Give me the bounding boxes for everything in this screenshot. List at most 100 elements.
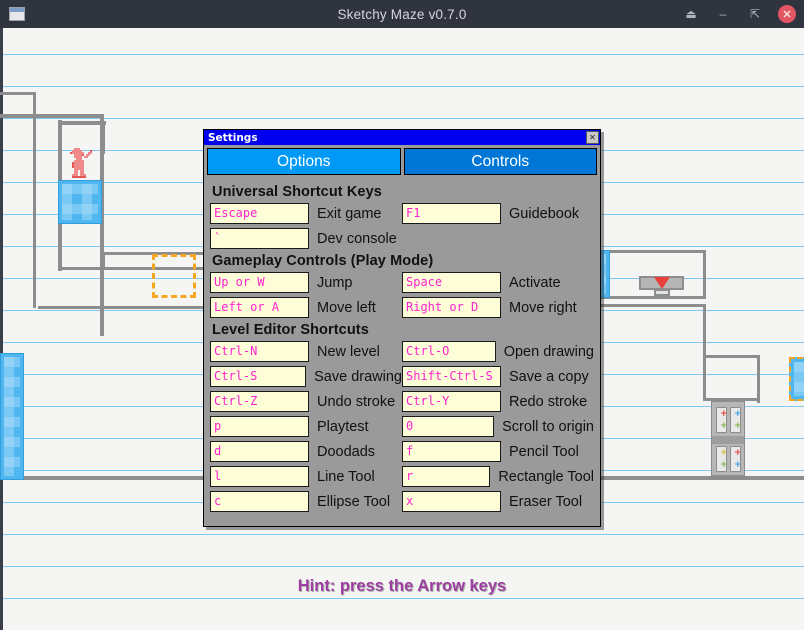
blue-block — [0, 353, 24, 480]
key-input-pencil-tool[interactable]: f — [402, 441, 501, 462]
trapdoor-doodad — [639, 276, 684, 290]
key-label-activate: Activate — [509, 274, 561, 291]
shortcut-pair: x Eraser Tool — [402, 491, 594, 512]
dialog-title: Settings — [208, 131, 258, 144]
doodad-cell: + + — [730, 446, 742, 472]
shortcut-row: ` Dev console — [210, 228, 594, 249]
dialog-body: Universal Shortcut Keys Escape Exit game… — [204, 175, 600, 512]
key-input-eraser-tool[interactable]: x — [402, 491, 501, 512]
shortcut-row: c Ellipse Tool x Eraser Tool — [210, 491, 594, 512]
doodad-cell: + + — [730, 407, 742, 433]
key-label-dev-console: Dev console — [317, 230, 397, 247]
key-label-ellipse-tool: Ellipse Tool — [317, 493, 391, 510]
key-label-exit-game: Exit game — [317, 205, 382, 222]
section-heading-level-editor: Level Editor Shortcuts — [212, 322, 369, 338]
key-input-save-a-copy[interactable]: Shift-Ctrl-S — [402, 366, 501, 387]
shortcut-pair: ` Dev console — [210, 228, 402, 249]
shortcut-row: l Line Tool r Rectangle Tool — [210, 466, 594, 487]
close-button[interactable]: ✕ — [778, 5, 796, 23]
key-input-rectangle-tool[interactable]: r — [402, 466, 491, 487]
wall-segment — [600, 476, 804, 480]
shortcut-pair: Ctrl-Y Redo stroke — [402, 391, 594, 412]
tab-options[interactable]: Options — [207, 148, 401, 175]
key-label-rectangle-tool: Rectangle Tool — [498, 468, 594, 485]
wall-segment — [0, 476, 204, 480]
key-input-new-level[interactable]: Ctrl-N — [210, 341, 309, 362]
key-label-doodads: Doodads — [317, 443, 376, 460]
key-label-jump: Jump — [317, 274, 353, 291]
shortcut-pair: f Pencil Tool — [402, 441, 594, 462]
key-label-playtest: Playtest — [317, 418, 369, 435]
plus-icon: + — [734, 409, 742, 419]
key-label-save-drawing: Save drawing — [314, 368, 402, 385]
wall-segment — [38, 306, 208, 309]
shortcut-pair: Up or W Jump — [210, 272, 402, 293]
key-input-jump[interactable]: Up or W — [210, 272, 309, 293]
shortcut-row: Ctrl-S Save drawing Shift-Ctrl-S Save a … — [210, 366, 594, 387]
blue-block — [58, 180, 102, 224]
shortcut-pair: Ctrl-O Open drawing — [402, 341, 594, 362]
maximize-button[interactable]: ⇱ — [746, 5, 764, 23]
key-input-doodads[interactable]: d — [210, 441, 309, 462]
key-input-move-left[interactable]: Left or A — [210, 297, 309, 318]
shortcut-pair: p Playtest — [210, 416, 402, 437]
trapdoor-slot — [654, 289, 670, 296]
shortcut-pair: 0 Scroll to origin — [402, 416, 594, 437]
blue-block — [600, 250, 610, 298]
shortcut-pair: l Line Tool — [210, 466, 402, 487]
key-input-f1[interactable]: F1 — [402, 203, 501, 224]
shortcut-row: p Playtest 0 Scroll to origin — [210, 416, 594, 437]
wall-segment — [0, 92, 36, 95]
dialog-titlebar: Settings ✕ — [204, 130, 600, 145]
tab-controls[interactable]: Controls — [403, 148, 597, 175]
shortcut-pair: Left or A Move left — [210, 297, 402, 318]
eject-icon[interactable]: ⏏ — [682, 5, 700, 23]
shortcut-row: d Doodads f Pencil Tool — [210, 441, 594, 462]
section-heading-gameplay: Gameplay Controls (Play Mode) — [212, 253, 434, 269]
key-label-move-left: Move left — [317, 299, 376, 316]
key-input-move-right[interactable]: Right or D — [402, 297, 501, 318]
key-input-dev-console[interactable]: ` — [210, 228, 309, 249]
key-label-undo-stroke: Undo stroke — [317, 393, 396, 410]
settings-dialog[interactable]: Settings ✕ Options Controls Universal Sh… — [203, 129, 601, 527]
shortcut-pair: c Ellipse Tool — [210, 491, 402, 512]
shortcut-row: Up or W Jump Space Activate — [210, 272, 594, 293]
plus-icon: + — [720, 448, 728, 458]
shortcut-pair-empty — [402, 228, 594, 249]
key-label-move-right: Move right — [509, 299, 577, 316]
key-input-line-tool[interactable]: l — [210, 466, 309, 487]
plus-icon: + — [734, 448, 742, 458]
key-input-escape[interactable]: Escape — [210, 203, 309, 224]
window-controls: ⏏ – ⇱ ✕ — [682, 5, 796, 23]
shortcut-row: Left or A Move left Right or D Move righ… — [210, 297, 594, 318]
shortcut-row: Ctrl-N New level Ctrl-O Open drawing — [210, 341, 594, 362]
wall-segment — [33, 92, 36, 308]
key-input-undo-stroke[interactable]: Ctrl-Z — [210, 391, 309, 412]
dialog-close-button[interactable]: ✕ — [586, 131, 599, 144]
key-input-save-drawing[interactable]: Ctrl-S — [210, 366, 307, 387]
key-label-open-drawing: Open drawing — [503, 343, 594, 360]
shortcut-pair: Space Activate — [402, 272, 594, 293]
shortcut-row: Ctrl-Z Undo stroke Ctrl-Y Redo stroke — [210, 391, 594, 412]
wall-segment — [703, 304, 706, 401]
key-input-open-drawing[interactable]: Ctrl-O — [402, 341, 496, 362]
dialog-tabs: Options Controls — [204, 145, 600, 175]
doodad-divider — [712, 436, 744, 444]
key-input-scroll-to-origin[interactable]: 0 — [402, 416, 495, 437]
key-label-redo-stroke: Redo stroke — [509, 393, 588, 410]
wall-segment — [703, 250, 706, 298]
key-label-line-tool: Line Tool — [317, 468, 375, 485]
key-input-activate[interactable]: Space — [402, 272, 501, 293]
minimize-button[interactable]: – — [714, 5, 732, 23]
plus-icon: + — [720, 460, 728, 470]
exit-door-doodad — [789, 357, 804, 401]
key-input-playtest[interactable]: p — [210, 416, 309, 437]
plus-icon: + — [734, 460, 742, 470]
key-input-ellipse-tool[interactable]: c — [210, 491, 309, 512]
doodad-cell: + + — [716, 446, 728, 472]
wall-segment — [600, 304, 706, 307]
wall-segment — [600, 250, 706, 253]
key-input-redo-stroke[interactable]: Ctrl-Y — [402, 391, 501, 412]
shortcut-pair: Ctrl-Z Undo stroke — [210, 391, 402, 412]
key-label-guidebook: Guidebook — [509, 205, 580, 222]
